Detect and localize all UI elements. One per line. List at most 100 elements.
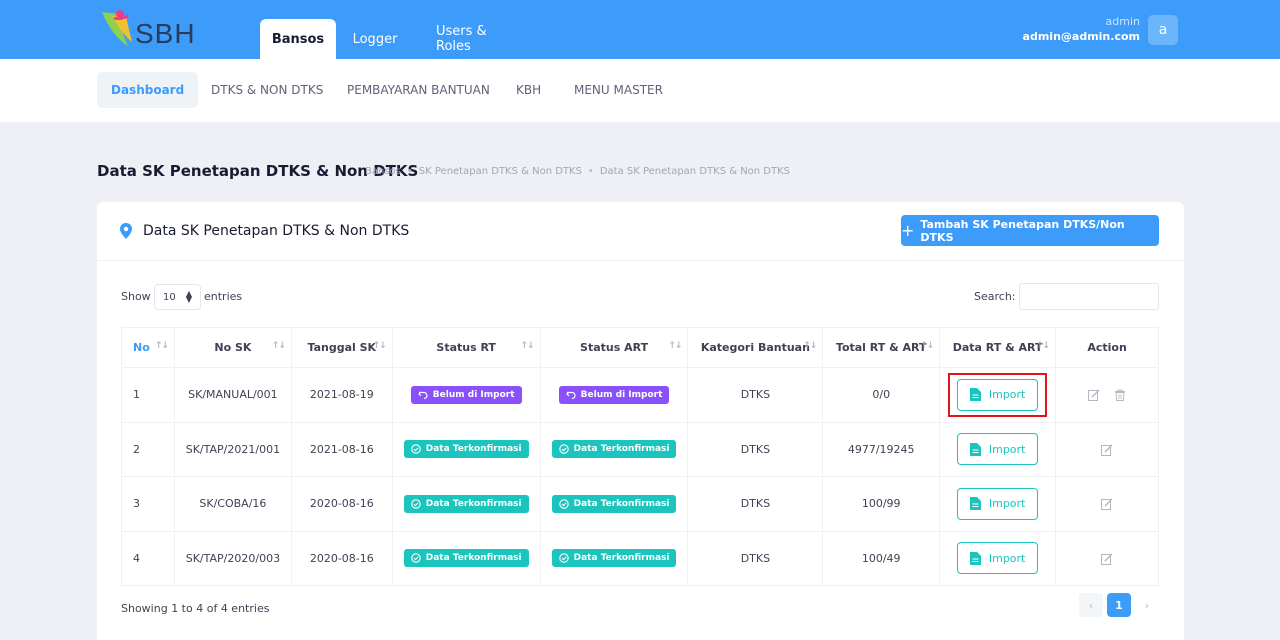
cell-total: 4977/19245 xyxy=(822,421,941,477)
cell-kategori: DTKS xyxy=(687,367,824,423)
card-header: Data SK Penetapan DTKS & Non DTKS + Tamb… xyxy=(97,202,1184,261)
cell-kategori: DTKS xyxy=(687,530,824,586)
search-input[interactable] xyxy=(1019,283,1159,310)
entries-value: 10 xyxy=(163,291,176,303)
sort-icon: ↑↓ xyxy=(1036,341,1050,351)
import-button[interactable]: Import xyxy=(957,542,1039,575)
sort-icon: ↑↓ xyxy=(271,341,286,351)
top-navbar: SBH Bansos Logger Users & Roles admin ad… xyxy=(0,0,1280,59)
edit-icon[interactable] xyxy=(1101,553,1113,565)
cell-no: 4 xyxy=(121,530,175,586)
breadcrumb-item: Data SK Penetapan DTKS & Non DTKS xyxy=(599,166,791,177)
table-header-row: No ↑↓ No SK ↑↓ Tanggal SK ↑↓ Status RT ↑↓ St… xyxy=(121,327,1159,368)
import-label: Import xyxy=(988,388,1026,402)
sk-table: No ↑↓ No SK ↑↓ Tanggal SK ↑↓ Status RT ↑↓ St… xyxy=(121,327,1159,586)
pagination: ‹ 1 › xyxy=(1079,593,1159,617)
page-1-button[interactable]: 1 xyxy=(1107,593,1131,617)
col-header-action: Action xyxy=(1055,327,1159,368)
menu-kbh[interactable]: KBH xyxy=(502,72,555,108)
show-label: Show xyxy=(121,290,151,303)
cell-status-art: Data Terkonfirmasi xyxy=(539,421,689,477)
cell-status-art: Data Terkonfirmasi xyxy=(539,530,689,586)
cell-no: 2 xyxy=(121,421,175,477)
col-header-no[interactable]: No ↑↓ xyxy=(121,327,175,368)
menu-dtks-non-dtks[interactable]: DTKS & NON DTKS xyxy=(197,72,337,108)
cell-tanggal: 2020-08-16 xyxy=(290,530,393,586)
cell-action xyxy=(1055,421,1159,477)
cell-action xyxy=(1055,367,1159,423)
cell-kategori: DTKS xyxy=(687,476,824,532)
file-icon xyxy=(969,497,981,511)
cell-import: Import xyxy=(939,530,1057,586)
cell-total: 0/0 xyxy=(822,367,941,423)
breadcrumb-item[interactable]: SK Penetapan DTKS & Non DTKS xyxy=(419,166,582,177)
select-arrows-icon: ▲ ▼ xyxy=(185,289,192,304)
search-label: Search: xyxy=(974,290,1016,303)
sort-icon: ↑↓ xyxy=(520,341,535,351)
table-row: 3 SK/COBA/16 2020-08-16 Data Terkonfirmasi D… xyxy=(121,476,1159,532)
undo-icon xyxy=(565,390,576,400)
status-badge: Data Terkonfirmasi xyxy=(551,440,677,459)
cell-action xyxy=(1055,530,1159,586)
table-row: 2 SK/TAP/2021/001 2021-08-16 Data Terkonfir… xyxy=(121,421,1159,477)
sort-icon: ↑↓ xyxy=(154,341,169,351)
cell-status-rt: Belum di Import xyxy=(391,367,541,423)
col-header-status-rt[interactable]: Status RT ↑↓ xyxy=(391,327,541,368)
col-header-status-art[interactable]: Status ART ↑↓ xyxy=(539,327,689,368)
col-header-data-rt-art[interactable]: Data RT & ART ↑↓ xyxy=(939,327,1057,368)
table-row: 1 SK/MANUAL/001 2021-08-19 Belum di Import B… xyxy=(121,367,1159,423)
cell-status-rt: Data Terkonfirmasi xyxy=(391,421,541,477)
check-circle-icon xyxy=(558,444,569,454)
cell-import: Import xyxy=(939,476,1057,532)
import-label: Import xyxy=(988,442,1026,456)
map-pin-icon xyxy=(120,223,132,239)
edit-icon[interactable] xyxy=(1101,444,1113,456)
col-header-total[interactable]: Total RT & ART ↑↓ xyxy=(822,327,941,368)
breadcrumb-item[interactable]: Bansos xyxy=(365,166,401,177)
cell-no: 3 xyxy=(121,476,175,532)
cell-total: 100/99 xyxy=(822,476,941,532)
cell-tanggal: 2021-08-19 xyxy=(290,367,393,423)
import-button[interactable]: Import xyxy=(957,433,1039,466)
avatar[interactable]: a xyxy=(1148,15,1178,45)
cell-status-art: Belum di Import xyxy=(539,367,689,423)
import-button[interactable]: Import xyxy=(957,487,1039,520)
delete-icon[interactable] xyxy=(1114,389,1126,402)
status-badge: Belum di Import xyxy=(410,385,522,404)
file-icon xyxy=(969,388,981,402)
tab-users-roles[interactable]: Users & Roles xyxy=(420,19,532,59)
col-header-kategori[interactable]: Kategori Bantuan ↑↓ xyxy=(687,327,824,368)
status-badge: Data Terkonfirmasi xyxy=(403,549,529,568)
status-badge: Data Terkonfirmasi xyxy=(551,549,677,568)
add-sk-button[interactable]: + Tambah SK Penetapan DTKS/Non DTKS xyxy=(901,215,1159,246)
status-badge: Data Terkonfirmasi xyxy=(403,494,529,513)
tab-logger[interactable]: Logger xyxy=(342,19,408,59)
secondary-menu: Dashboard DTKS & NON DTKS PEMBAYARAN BAN… xyxy=(0,59,1280,122)
menu-pembayaran-bantuan[interactable]: PEMBAYARAN BANTUAN xyxy=(333,72,504,108)
cell-tanggal: 2020-08-16 xyxy=(290,476,393,532)
edit-icon[interactable] xyxy=(1101,498,1113,511)
check-circle-icon xyxy=(410,553,421,563)
breadcrumb-separator: • xyxy=(587,166,594,177)
cell-import: Import xyxy=(939,367,1057,423)
sort-icon: ↑↓ xyxy=(372,341,387,351)
import-label: Import xyxy=(988,551,1026,565)
edit-icon[interactable] xyxy=(1088,389,1100,402)
next-page-button[interactable]: › xyxy=(1135,593,1159,617)
tab-bansos[interactable]: Bansos xyxy=(260,19,336,59)
col-header-no-sk[interactable]: No SK ↑↓ xyxy=(173,327,292,368)
import-label: Import xyxy=(988,497,1026,511)
highlight-box: Import xyxy=(948,372,1048,417)
menu-dashboard[interactable]: Dashboard xyxy=(97,72,199,108)
import-button[interactable]: Import xyxy=(957,378,1039,411)
col-header-tanggal-sk[interactable]: Tanggal SK ↑↓ xyxy=(290,327,393,368)
cell-action xyxy=(1055,476,1159,532)
add-sk-label: Tambah SK Penetapan DTKS/Non DTKS xyxy=(920,217,1125,244)
prev-page-button[interactable]: ‹ xyxy=(1079,593,1103,617)
cell-import: Import xyxy=(939,421,1057,477)
check-circle-icon xyxy=(558,553,569,563)
menu-master[interactable]: MENU MASTER xyxy=(560,72,677,108)
entries-select[interactable]: 10 ▲ ▼ xyxy=(154,284,201,310)
check-circle-icon xyxy=(558,499,569,509)
file-icon xyxy=(969,551,981,565)
